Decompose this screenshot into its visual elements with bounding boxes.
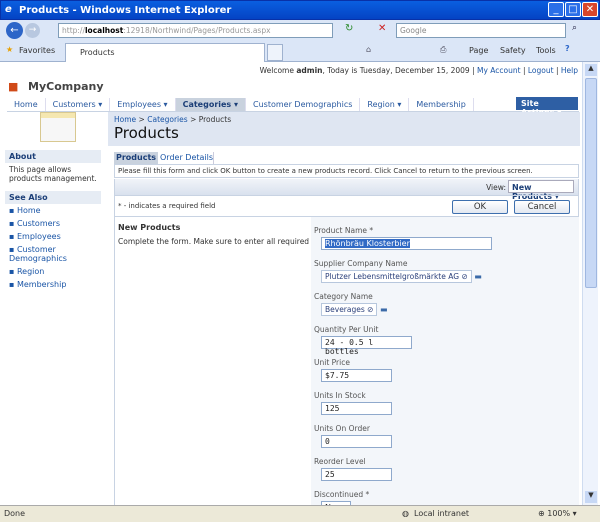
page-title: Products	[114, 124, 179, 142]
forward-button[interactable]: →	[25, 23, 40, 38]
form-description: Please fill this form and click OK butto…	[114, 164, 579, 178]
welcome-bar: Welcome admin, Today is Tuesday, Decembe…	[259, 66, 578, 75]
scroll-thumb[interactable]	[585, 78, 597, 288]
units-on-order-label: Units On Order	[314, 424, 370, 433]
safety-menu[interactable]: Safety	[500, 46, 526, 55]
see-also-heading: See Also	[5, 191, 101, 204]
address-bar[interactable]: http://localhost:12918/Northwind/Pages/P…	[58, 23, 333, 38]
new-tab-button[interactable]	[267, 44, 283, 61]
supplier-label: Supplier Company Name	[314, 259, 408, 268]
units-on-order-input[interactable]: 0	[321, 435, 392, 448]
unit-price-label: Unit Price	[314, 358, 350, 367]
reorder-level-label: Reorder Level	[314, 457, 366, 466]
nav-employees[interactable]: Employees ▾	[110, 98, 176, 111]
tab-products[interactable]: Products	[114, 152, 158, 164]
category-lookup[interactable]: Beverages ⊘	[321, 303, 378, 316]
nav-membership[interactable]: Membership	[409, 98, 474, 111]
nav-region[interactable]: Region ▾	[360, 98, 410, 111]
logo-icon: ■	[8, 80, 19, 93]
see-also-employees[interactable]: ▪ Employees	[5, 230, 101, 243]
nav-categories[interactable]: Categories ▾	[175, 98, 247, 111]
see-also-customer-demographics[interactable]: ▪ Customer Demographics	[5, 243, 101, 265]
nav-customers[interactable]: Customers ▾	[46, 98, 111, 111]
main-nav: Home Customers ▾ Employees ▾ Categories ▾ Cu…	[7, 98, 579, 112]
breadcrumb-categories[interactable]: Categories	[147, 115, 187, 124]
cancel-button[interactable]: Cancel	[514, 200, 570, 214]
scroll-up-button[interactable]: ▲	[585, 64, 597, 76]
tab-order-details[interactable]: Order Details	[160, 152, 214, 164]
nav-home[interactable]: Home	[7, 98, 46, 111]
close-button[interactable]: ✕	[582, 2, 598, 17]
quantity-label: Quantity Per Unit	[314, 325, 379, 334]
favorites-button[interactable]: Favorites	[19, 46, 55, 55]
supplier-lookup[interactable]: Plutzer Lebensmittelgroßmärkte AG ⊘	[321, 270, 472, 283]
title-bar: e Products - Windows Internet Explorer	[0, 0, 600, 20]
address-toolbar: ← → http://localhost:12918/Northwind/Pag…	[0, 20, 600, 41]
view-bar: View: New Products ▾	[114, 179, 579, 201]
help-link[interactable]: Help	[561, 66, 578, 75]
logo: MyCompany	[28, 80, 104, 93]
form-actions-bar: * - indicates a required field OK Cancel	[114, 195, 579, 217]
window-title: Products - Windows Internet Explorer	[19, 5, 232, 16]
product-name-input[interactable]: Rhönbräu Klosterbier	[321, 237, 492, 250]
search-input[interactable]: Google	[396, 23, 566, 38]
search-icon[interactable]: ⌕	[572, 23, 577, 33]
new-category-icon[interactable]: ▬	[380, 305, 388, 314]
section-title: New Products	[118, 223, 181, 232]
required-note: * - indicates a required field	[118, 202, 216, 210]
status-bar: Done ◍ Local intranet ⊕ 100% ▾	[0, 505, 600, 522]
units-in-stock-label: Units In Stock	[314, 391, 366, 400]
table-icon	[40, 112, 76, 142]
help-icon[interactable]: ?	[565, 44, 570, 53]
zoom-control[interactable]: ⊕ 100% ▾	[538, 509, 577, 518]
tools-menu[interactable]: Tools	[536, 46, 556, 55]
status-text: Done	[4, 509, 26, 518]
page-menu[interactable]: Page	[469, 46, 488, 55]
unit-price-input[interactable]: $7.75	[321, 369, 392, 382]
home-icon[interactable]: ⌂	[366, 45, 371, 54]
page-header: Home > Categories > Products Products	[108, 112, 580, 146]
ie-logo-icon: e	[5, 4, 12, 15]
site-actions-button[interactable]: Site Actions ▾	[516, 97, 578, 117]
about-text: This page allows products management.	[9, 165, 97, 183]
see-also-region[interactable]: ▪ Region	[5, 265, 101, 278]
stop-icon[interactable]: ✕	[378, 23, 386, 34]
see-also-home[interactable]: ▪ Home	[5, 204, 101, 217]
vertical-scrollbar[interactable]: ▲ ▼	[582, 62, 598, 505]
product-name-label: Product Name *	[314, 226, 374, 235]
scroll-down-button[interactable]: ▼	[585, 491, 597, 503]
globe-icon: ◍	[402, 509, 409, 518]
about-heading: About	[5, 150, 101, 163]
form-body: New Products Complete the form. Make sur…	[114, 217, 579, 514]
minimize-button[interactable]: _	[548, 2, 564, 17]
zone-text: Local intranet	[414, 509, 470, 518]
refresh-icon[interactable]: ↻	[345, 23, 353, 34]
see-also-customers[interactable]: ▪ Customers	[5, 217, 101, 230]
breadcrumb-home[interactable]: Home	[114, 115, 136, 124]
back-button[interactable]: ←	[6, 22, 23, 39]
category-label: Category Name	[314, 292, 373, 301]
my-account-link[interactable]: My Account	[477, 66, 521, 75]
see-also-membership[interactable]: ▪ Membership	[5, 278, 101, 291]
view-selector[interactable]: New Products ▾	[508, 180, 574, 201]
ok-button[interactable]: OK	[452, 200, 508, 214]
reorder-level-input[interactable]: 25	[321, 468, 392, 481]
section-description: Complete the form. Make sure to enter al…	[118, 237, 334, 246]
browser-tab[interactable]: Products	[65, 43, 265, 62]
maximize-button[interactable]: □	[565, 2, 581, 17]
page-content: Welcome admin, Today is Tuesday, Decembe…	[2, 62, 582, 514]
quantity-input[interactable]: 24 - 0.5 l bottles	[321, 336, 412, 356]
fields-panel: Product Name * Rhönbräu Klosterbier Supp…	[311, 217, 579, 514]
discontinued-label: Discontinued *	[314, 490, 370, 499]
nav-customer-demographics[interactable]: Customer Demographics	[246, 98, 361, 111]
favorites-toolbar: ★ Favorites Products ⌂ ⎙ Page Safety Too…	[0, 41, 600, 62]
logout-link[interactable]: Logout	[528, 66, 554, 75]
units-in-stock-input[interactable]: 125	[321, 402, 392, 415]
breadcrumb: Home > Categories > Products	[114, 115, 232, 124]
star-icon: ★	[6, 45, 14, 54]
new-supplier-icon[interactable]: ▬	[474, 272, 482, 281]
print-icon[interactable]: ⎙	[440, 45, 446, 55]
sidebar: About This page allows products manageme…	[5, 144, 101, 291]
view-label: View:	[486, 183, 506, 192]
